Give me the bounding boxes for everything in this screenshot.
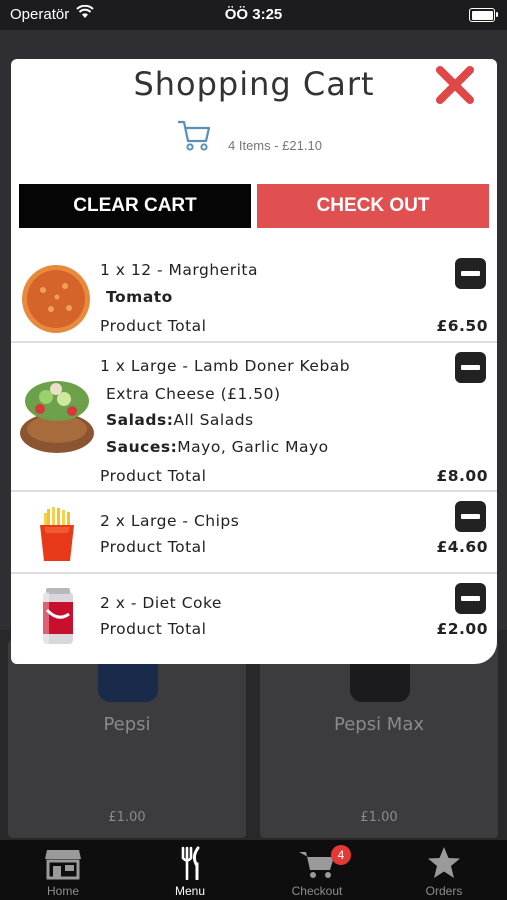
item-option: Tomato [106,288,173,306]
product-total-price: £4.60 [436,538,488,556]
product-price: £1.00 [108,810,146,825]
store-icon [45,850,81,880]
cart-item: 2 x Large - Chips Product Total £4.60 [11,492,497,574]
tab-label: Home [46,884,79,898]
tab-menu[interactable]: Menu [127,840,253,900]
kebab-image [20,381,94,453]
item-option: Extra Cheese (£1.50) [106,385,281,403]
cart-summary: 4 Items - £21.10 [228,138,322,153]
status-bar: Operatör ÖÖ 3:25 [0,0,507,30]
cart-item-list: 1 x 12 - Margherita Tomato Product Total… [11,245,497,664]
product-card-pepsi[interactable]: Pepsi £1.00 [8,640,246,838]
product-card-pepsi-max[interactable]: Pepsi Max £1.00 [260,640,498,838]
product-total-price: £2.00 [436,620,488,638]
product-total-price: £8.00 [436,467,488,485]
close-icon[interactable] [433,63,477,107]
option-value: All Salads [173,411,254,429]
item-name: 2 x Large - Chips [100,512,240,530]
cutlery-icon [181,846,200,880]
clock: ÖÖ 3:25 [224,6,283,23]
remove-item-button[interactable] [455,258,486,289]
tab-label: Orders [425,884,463,898]
cart-item: 1 x Large - Lamb Doner Kebab Extra Chees… [11,343,497,492]
remove-item-button[interactable] [455,583,486,614]
tab-label: Checkout [291,884,343,898]
item-option: Salads:All Salads [106,411,254,429]
option-value: Mayo, Garlic Mayo [177,438,329,456]
product-name: Pepsi [103,714,151,735]
item-option: Sauces:Mayo, Garlic Mayo [106,438,329,456]
cart-count-badge: 4 [331,845,351,865]
star-icon [428,847,460,878]
product-price: £1.00 [360,810,398,825]
tab-bar: Home Menu Checkout Orders [0,840,507,900]
diet-coke-image [43,588,73,644]
option-key: Salads: [106,411,174,429]
product-total-label: Product Total [100,317,207,335]
option-key: Sauces: [106,438,178,456]
item-name: 2 x - Diet Coke [100,594,222,612]
product-name: Pepsi Max [333,714,425,735]
item-name: 1 x 12 - Margherita [100,261,258,279]
remove-item-button[interactable] [455,352,486,383]
product-total-label: Product Total [100,538,207,556]
clear-cart-button[interactable]: CLEAR CART [19,184,251,228]
product-total-label: Product Total [100,467,207,485]
remove-item-button[interactable] [455,501,486,532]
battery-icon [469,8,498,22]
chips-image [40,507,74,561]
check-out-button[interactable]: CHECK OUT [257,184,489,228]
cart-item: 1 x 12 - Margherita Tomato Product Total… [11,245,497,343]
product-total-label: Product Total [100,620,207,638]
modal-title: Shopping Cart [133,65,375,103]
shopping-cart-modal: Shopping Cart 4 Items - £21.10 CLEAR CAR… [11,59,497,664]
tab-home[interactable]: Home [0,840,126,900]
product-total-price: £6.50 [436,317,488,335]
tab-label: Menu [174,884,206,898]
cart-item: 2 x - Diet Coke Product Total £2.00 [11,574,497,664]
tab-orders[interactable]: Orders [381,840,507,900]
tab-checkout[interactable]: Checkout [254,840,380,900]
cart-icon [178,120,211,151]
item-name: 1 x Large - Lamb Doner Kebab [100,357,351,375]
pizza-image [22,265,90,333]
